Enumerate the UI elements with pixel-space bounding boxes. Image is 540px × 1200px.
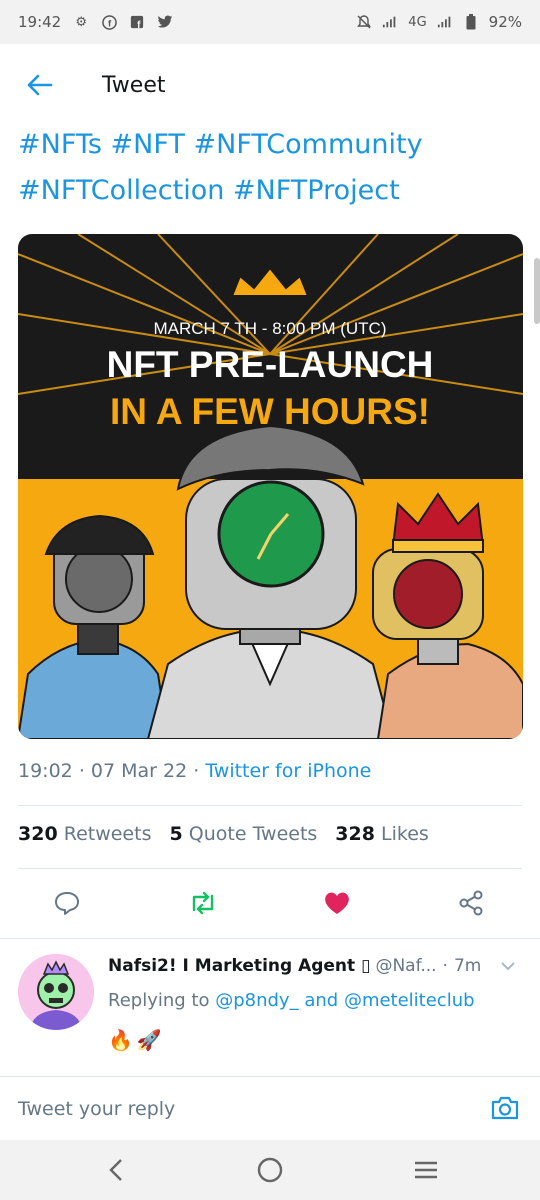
share-icon: [459, 890, 483, 916]
hashtag-line[interactable]: #NFTCollection #NFTProject: [18, 168, 518, 214]
likes-count: 328: [335, 823, 375, 845]
tweet-time: 19:02: [18, 760, 73, 782]
likes-stat[interactable]: 328 Likes: [335, 823, 429, 845]
status-time: 19:42: [18, 13, 62, 31]
quote-tweets-stat[interactable]: 5 Quote Tweets: [169, 823, 317, 845]
reply-tweet[interactable]: Nafsi2! I Marketing Agent ▯ @Naf... · 7m…: [0, 944, 540, 1068]
facebook-icon: f: [101, 14, 117, 30]
reply-author-name[interactable]: Nafsi2! I Marketing Agent ▯: [108, 956, 370, 976]
avatar[interactable]: [18, 954, 94, 1030]
like-button[interactable]: [314, 880, 360, 926]
camera-button[interactable]: [488, 1091, 522, 1125]
share-button[interactable]: [448, 880, 494, 926]
divider: [18, 868, 522, 869]
likes-label: Likes: [381, 823, 429, 845]
network-type: 4G: [408, 14, 427, 30]
hashtag-line[interactable]: #NFTs #NFT #NFTCommunity: [18, 122, 518, 168]
page-title: Tweet: [102, 72, 166, 98]
back-nav-button[interactable]: [96, 1150, 136, 1190]
fire-emoji: 🔥: [108, 1028, 133, 1052]
quotes-label: Quote Tweets: [188, 823, 318, 845]
reply-time: 7m: [453, 956, 482, 976]
rocket-emoji: 🚀: [136, 1028, 162, 1052]
tweet-hashtags: #NFTs #NFT #NFTCommunity #NFTCollection …: [18, 122, 518, 214]
retweets-label: Retweets: [63, 823, 152, 845]
retweets-count: 320: [18, 823, 58, 845]
meta-separator: ·: [78, 760, 91, 782]
banner-date: MARCH 7 TH - 8:00 PM (UTC): [154, 319, 387, 338]
recents-nav-icon: [415, 1161, 437, 1179]
signal-icon: [437, 14, 453, 30]
replying-prefix: Replying to: [108, 990, 210, 1011]
svg-text:f: f: [108, 18, 112, 28]
camera-icon: [491, 1096, 519, 1120]
tweet-source-link[interactable]: Twitter for iPhone: [205, 760, 371, 782]
status-bar: 19:42 ⚙ f f 4G 92%: [0, 0, 540, 44]
signal-icon: [382, 14, 398, 30]
mention-link[interactable]: @p8ndy_: [215, 990, 298, 1011]
tweet-media-image[interactable]: MARCH 7 TH - 8:00 PM (UTC) NFT PRE-LAUNC…: [18, 234, 523, 739]
reply-text: 🔥 🚀: [108, 1028, 162, 1052]
home-nav-icon: [257, 1157, 283, 1183]
tweet-actions: [0, 880, 540, 926]
retweets-stat[interactable]: 320 Retweets: [18, 823, 151, 845]
banner-headline-1: NFT PRE-LAUNCH: [107, 344, 434, 385]
meta-separator: ·: [193, 760, 206, 782]
scrollbar-thumb[interactable]: [534, 258, 540, 324]
gear-icon: ⚙: [75, 14, 88, 30]
retweet-button[interactable]: [180, 880, 226, 926]
reply-icon: [55, 892, 79, 915]
battery-level: 92%: [488, 13, 522, 31]
reply-input[interactable]: Tweet your reply: [18, 1098, 175, 1120]
back-arrow-icon: [27, 74, 53, 96]
mute-icon: [356, 14, 372, 30]
divider: [18, 805, 522, 806]
svg-text:f: f: [137, 19, 141, 29]
reply-time-separator: ·: [442, 956, 448, 976]
reply-composer[interactable]: Tweet your reply: [0, 1076, 540, 1140]
reply-author-handle[interactable]: @Naf...: [375, 956, 436, 976]
back-button[interactable]: [0, 44, 80, 126]
battery-icon: [463, 14, 479, 30]
replying-and: and: [304, 990, 339, 1011]
back-nav-icon: [109, 1159, 122, 1181]
retweet-icon: [192, 891, 214, 915]
tweet-meta: 19:02 · 07 Mar 22 · Twitter for iPhone: [18, 760, 371, 782]
tweet-stats: 320 Retweets 5 Quote Tweets 328 Likes: [18, 823, 429, 845]
divider: [0, 938, 540, 939]
home-nav-button[interactable]: [250, 1150, 290, 1190]
replying-to: Replying to @p8ndy_ and @meteliteclub: [108, 990, 475, 1011]
reply-button[interactable]: [44, 880, 90, 926]
chevron-down-icon[interactable]: [500, 956, 516, 976]
tweet-date: 07 Mar 22: [90, 760, 188, 782]
quotes-count: 5: [169, 823, 183, 845]
app-header: Tweet: [0, 44, 540, 126]
system-nav-bar: [0, 1140, 540, 1200]
reply-header: Nafsi2! I Marketing Agent ▯ @Naf... · 7m: [108, 956, 528, 976]
mention-link[interactable]: @meteliteclub: [344, 990, 475, 1011]
like-icon: [325, 892, 349, 914]
facebook-icon: f: [129, 14, 145, 30]
recents-nav-button[interactable]: [406, 1150, 446, 1190]
twitter-icon: [157, 14, 173, 30]
